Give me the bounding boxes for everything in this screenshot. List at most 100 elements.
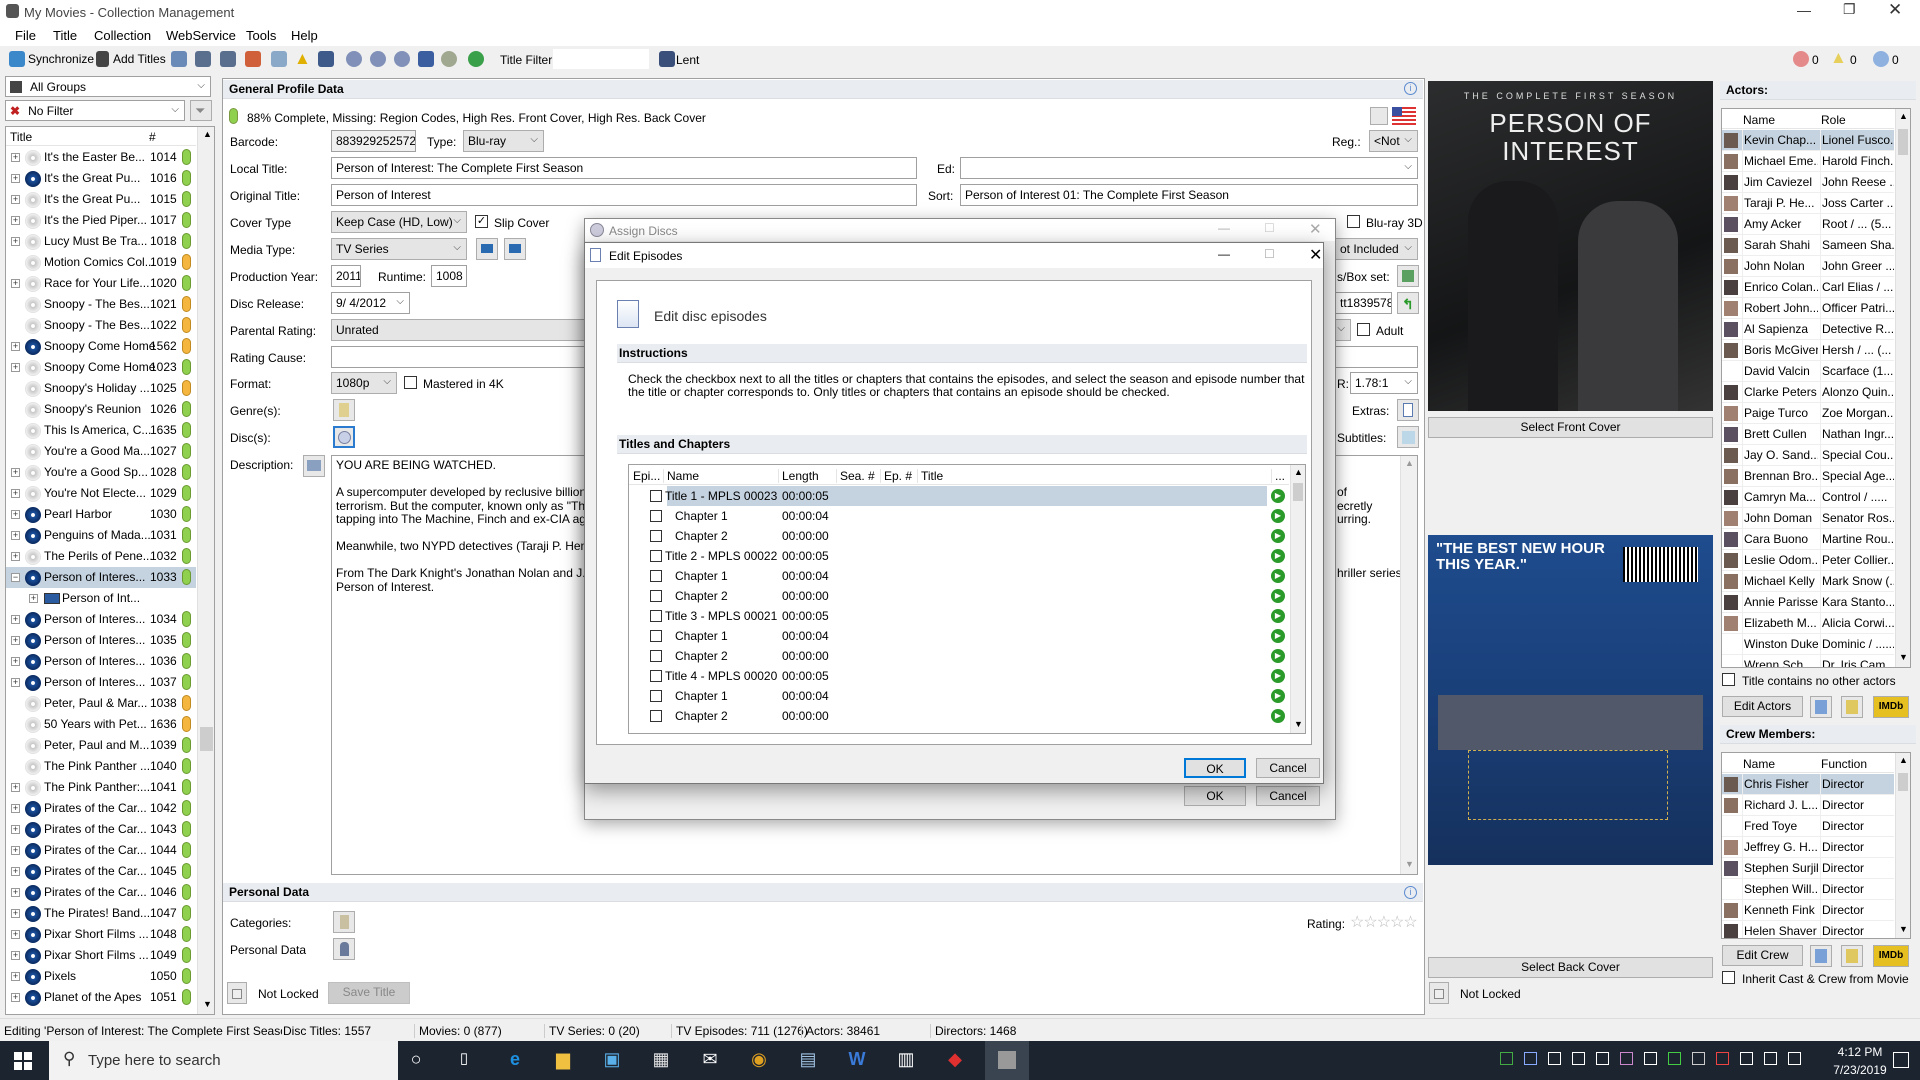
- column-role[interactable]: Role: [1821, 113, 1846, 127]
- episode-row[interactable]: Title 3 - MPLS 00021 00:00:05 ▶: [629, 606, 1289, 626]
- toolbar-monitor-icon[interactable]: [418, 51, 434, 67]
- title-list-row[interactable]: This Is America, C... 1635: [6, 420, 196, 441]
- expand-icon[interactable]: +: [11, 342, 20, 351]
- title-list-row[interactable]: + Snoopy Come Home 1023: [6, 357, 196, 378]
- lent-button[interactable]: Lent: [676, 53, 699, 67]
- toolbar-disc2-icon[interactable]: [370, 51, 386, 67]
- episode-row[interactable]: Chapter 2 00:00:00 ▶: [629, 706, 1289, 726]
- toolbar-reload-icon[interactable]: [468, 51, 484, 67]
- title-list-row[interactable]: + Pirates of the Car... 1043: [6, 819, 196, 840]
- select-front-cover-button[interactable]: Select Front Cover: [1428, 417, 1713, 438]
- tray-icon[interactable]: [1692, 1052, 1705, 1065]
- episode-checkbox[interactable]: [650, 530, 662, 542]
- toolbar-refresh-data-icon[interactable]: [245, 51, 261, 67]
- local-title-input[interactable]: Person of Interest: The Complete First S…: [331, 157, 917, 179]
- person-row[interactable]: Sarah Shahi Sameen Sha...: [1722, 235, 1894, 256]
- group-select[interactable]: All Groups ⌵: [5, 76, 211, 97]
- person-row[interactable]: Brett Cullen Nathan Ingr...: [1722, 424, 1894, 445]
- expand-icon[interactable]: +: [11, 510, 20, 519]
- episode-row[interactable]: Chapter 2 00:00:00 ▶: [629, 586, 1289, 606]
- expand-icon[interactable]: +: [11, 930, 20, 939]
- title-list-row[interactable]: + You're Not Electe... 1029: [6, 483, 196, 504]
- title-list-row[interactable]: − Person of Interes... 1033: [6, 567, 196, 588]
- expand-icon[interactable]: +: [11, 279, 20, 288]
- actors-scrollbar[interactable]: ▲ ▼: [1895, 109, 1910, 667]
- person-row[interactable]: Jeffrey G. H... Director: [1722, 837, 1894, 858]
- title-list-row[interactable]: 50 Years with Pet... 1636: [6, 714, 196, 735]
- scroll-down-icon[interactable]: ▼: [1294, 719, 1303, 729]
- title-list-row[interactable]: Peter, Paul & Mar... 1038: [6, 693, 196, 714]
- error-icon[interactable]: [1793, 51, 1809, 67]
- scroll-down-icon[interactable]: ▼: [203, 999, 212, 1009]
- person-row[interactable]: Chris Fisher Director: [1722, 774, 1894, 795]
- play-icon[interactable]: ▶: [1271, 649, 1285, 663]
- copy-actors-button[interactable]: [1810, 696, 1832, 718]
- episode-checkbox[interactable]: [650, 590, 662, 602]
- scroll-up-icon[interactable]: ▲: [203, 129, 212, 139]
- title-list-scrollbar[interactable]: ▲ ▼: [197, 127, 214, 1014]
- expand-icon[interactable]: +: [11, 489, 20, 498]
- toolbar-disc-icon[interactable]: [346, 51, 362, 67]
- star-icon[interactable]: ☆: [1403, 914, 1417, 931]
- title-list-row[interactable]: + Pixar Short Films ... 1048: [6, 924, 196, 945]
- info-circle-icon[interactable]: i: [1404, 82, 1417, 95]
- person-row[interactable]: Jim Caviezel John Reese ...: [1722, 172, 1894, 193]
- subtitles-button[interactable]: [1397, 426, 1419, 448]
- paste-actors-button[interactable]: [1841, 696, 1863, 718]
- title-list-row[interactable]: + The Pirates! Band... 1047: [6, 903, 196, 924]
- title-list-row[interactable]: + The Perils of Pene... 1032: [6, 546, 196, 567]
- title-list-row[interactable]: + Person of Interes... 1034: [6, 609, 196, 630]
- expand-icon[interactable]: +: [11, 237, 20, 246]
- person-row[interactable]: Michael Kelly Mark Snow (...: [1722, 571, 1894, 592]
- scroll-thumb[interactable]: [200, 727, 213, 751]
- minimize-button[interactable]: —: [1218, 247, 1230, 261]
- star-icon[interactable]: ☆: [1390, 914, 1404, 931]
- episode-row[interactable]: Chapter 1 00:00:04 ▶: [629, 686, 1289, 706]
- scroll-up-icon[interactable]: ▲: [1899, 755, 1908, 765]
- tray-icon[interactable]: [1668, 1052, 1681, 1065]
- column-sea[interactable]: Sea. #: [836, 469, 875, 483]
- personal-data-button[interactable]: [333, 938, 355, 960]
- person-row[interactable]: Stephen Surjik Director: [1722, 858, 1894, 879]
- column-name[interactable]: Name: [1743, 113, 1775, 127]
- filter-select[interactable]: ✖ No Filter ⌵: [5, 100, 185, 121]
- title-list-row[interactable]: The Pink Panther ... 1040: [6, 756, 196, 777]
- tray-icon[interactable]: [1500, 1052, 1513, 1065]
- notifications-icon[interactable]: [1893, 1052, 1909, 1068]
- collapse-icon[interactable]: −: [11, 573, 20, 582]
- episode-checkbox[interactable]: [650, 650, 662, 662]
- title-list-row[interactable]: + Person of Int...: [6, 588, 196, 609]
- scroll-down-icon[interactable]: ▼: [1899, 924, 1908, 934]
- person-row[interactable]: Cara Buono Martine Rou...: [1722, 529, 1894, 550]
- inherit-cast-checkbox[interactable]: [1722, 971, 1735, 984]
- title-list-row[interactable]: + It's the Great Pu... 1016: [6, 168, 196, 189]
- maximize-button[interactable]: ☐: [1264, 221, 1275, 235]
- restore-button[interactable]: ❐: [1843, 1, 1856, 18]
- column-epi[interactable]: Epi...: [633, 469, 660, 483]
- play-icon[interactable]: ▶: [1271, 669, 1285, 683]
- extras-button[interactable]: [1397, 399, 1419, 421]
- close-button[interactable]: ✕: [1309, 220, 1322, 238]
- title-list-row[interactable]: + Person of Interes... 1036: [6, 651, 196, 672]
- person-row[interactable]: Helen Shaver Director: [1722, 921, 1894, 938]
- barcode-input[interactable]: 883929252572: [331, 130, 416, 152]
- assign-ok-button[interactable]: OK: [1184, 786, 1246, 806]
- column-function[interactable]: Function: [1821, 757, 1867, 771]
- edit-pen-button[interactable]: [1370, 107, 1388, 125]
- person-row[interactable]: Winston Duke Dominic / ......: [1722, 634, 1894, 655]
- expand-icon[interactable]: +: [11, 216, 20, 225]
- title-list-row[interactable]: + Planet of the Apes 1051: [6, 987, 196, 1008]
- column-name[interactable]: Name: [663, 469, 699, 483]
- episode-row[interactable]: Title 2 - MPLS 00022 00:00:05 ▶: [629, 546, 1289, 566]
- column-title[interactable]: Title: [917, 469, 943, 483]
- menu-help[interactable]: Help: [291, 28, 318, 43]
- expand-icon[interactable]: +: [11, 195, 20, 204]
- menu-collection[interactable]: Collection: [94, 28, 151, 43]
- tray-icon[interactable]: [1572, 1052, 1585, 1065]
- production-year-input[interactable]: 2011: [331, 265, 361, 287]
- disc-release-date[interactable]: 9/ 4/2012 ⌵: [331, 292, 410, 314]
- original-title-input[interactable]: Person of Interest: [331, 184, 917, 206]
- edit-actors-button[interactable]: Edit Actors: [1722, 696, 1803, 717]
- scroll-thumb[interactable]: [1293, 483, 1303, 501]
- title-list-row[interactable]: Snoopy's Holiday ... 1025: [6, 378, 196, 399]
